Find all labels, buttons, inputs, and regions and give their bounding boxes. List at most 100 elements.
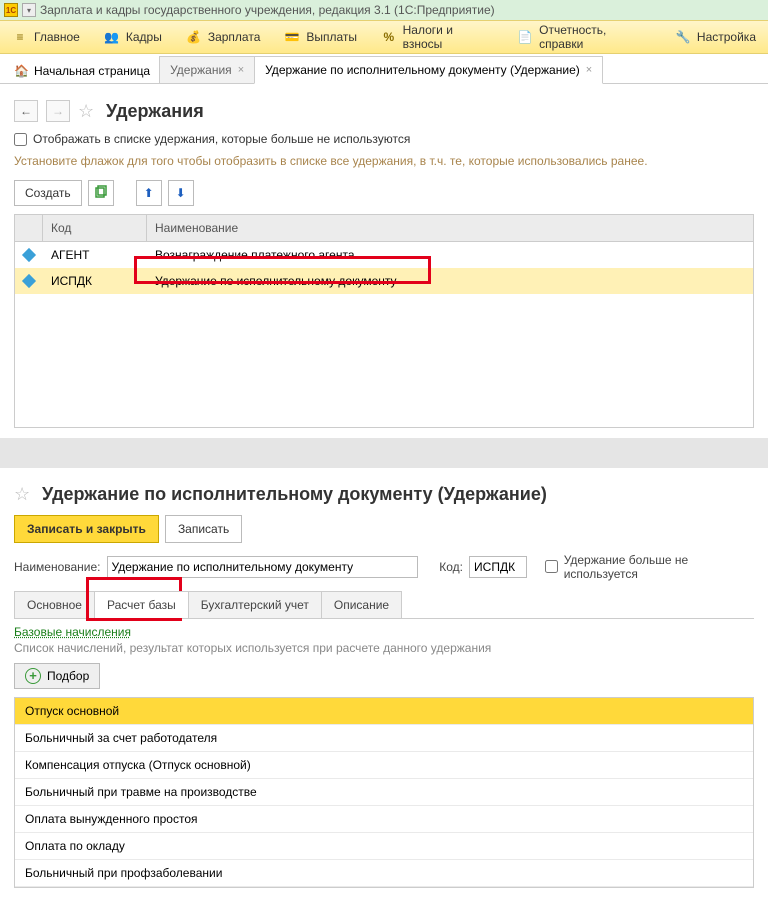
form-command-bar: Записать и закрыть Записать xyxy=(14,515,754,543)
list-item[interactable]: Больничный при профзаболевании xyxy=(15,860,753,887)
nav-reports[interactable]: 📄 Отчетность, справки xyxy=(506,21,663,53)
unused-checkbox[interactable] xyxy=(545,560,558,573)
tab-accounting[interactable]: Бухгалтерский учет xyxy=(188,591,322,618)
row-name: Удержание по исполнительному документу xyxy=(147,270,753,292)
col-name[interactable]: Наименование xyxy=(147,215,753,241)
podbor-button[interactable]: + Подбор xyxy=(14,663,100,689)
show-unused-checkbox[interactable] xyxy=(14,133,27,146)
list-item-label: Больничный за счет работодателя xyxy=(25,731,217,745)
item-icon xyxy=(21,274,35,288)
nav-label: Кадры xyxy=(126,30,162,44)
favorite-icon[interactable]: ☆ xyxy=(14,484,34,504)
deductions-grid: Код Наименование АГЕНТ Вознаграждение пл… xyxy=(14,214,754,428)
list-item-label: Оплата вынужденного простоя xyxy=(25,812,198,826)
list-item[interactable]: Оплата по окладу xyxy=(15,833,753,860)
code-input[interactable] xyxy=(469,556,527,578)
nav-settings[interactable]: 🔧 Настройка xyxy=(663,21,768,53)
tab-home[interactable]: 🏠 Начальная страница xyxy=(4,58,160,84)
list-item[interactable]: Компенсация отпуска (Отпуск основной) xyxy=(15,752,753,779)
close-icon[interactable]: × xyxy=(586,64,592,76)
tab-label: Удержания xyxy=(170,63,232,77)
money-icon: 💰 xyxy=(186,29,202,45)
list-item[interactable]: Больничный за счет работодателя xyxy=(15,725,753,752)
nav-label: Отчетность, справки xyxy=(539,23,651,51)
grid-body: АГЕНТ Вознаграждение платежного агента И… xyxy=(15,242,753,427)
tab-base-calc[interactable]: Расчет базы xyxy=(94,591,189,618)
nav-main[interactable]: ≡ Главное xyxy=(0,21,92,53)
list-item-label: Оплата по окладу xyxy=(25,839,125,853)
tab-label: Бухгалтерский учет xyxy=(201,598,309,612)
write-close-button[interactable]: Записать и закрыть xyxy=(14,515,159,543)
nav-taxes[interactable]: % Налоги и взносы xyxy=(369,21,505,53)
arrow-down-icon: ⬇ xyxy=(176,186,186,200)
nav-back-button[interactable]: ← xyxy=(14,100,38,122)
row-code: АГЕНТ xyxy=(43,244,147,266)
nav-staff[interactable]: 👥 Кадры xyxy=(92,21,174,53)
write-button[interactable]: Записать xyxy=(165,515,242,543)
nav-label: Зарплата xyxy=(208,30,261,44)
list-item-label: Больничный при профзаболевании xyxy=(25,866,222,880)
button-label: Подбор xyxy=(47,669,89,683)
percent-icon: % xyxy=(381,29,397,45)
list-item-label: Больничный при травме на производстве xyxy=(25,785,257,799)
move-up-button[interactable]: ⬆ xyxy=(136,180,162,206)
app-title-bar: 1С ▾ Зарплата и кадры государственного у… xyxy=(0,0,768,20)
code-label: Код: xyxy=(439,560,463,574)
inner-tabs: Основное Расчет базы Бухгалтерский учет … xyxy=(14,591,754,619)
list-item-label: Компенсация отпуска (Отпуск основной) xyxy=(25,758,251,772)
create-button[interactable]: Создать xyxy=(14,180,82,206)
close-icon[interactable]: × xyxy=(238,64,244,76)
base-hint: Список начислений, результат которых исп… xyxy=(14,641,754,655)
tab-label: Основное xyxy=(27,598,82,612)
main-navigation: ≡ Главное 👥 Кадры 💰 Зарплата 💳 Выплаты %… xyxy=(0,20,768,54)
grid-header: Код Наименование xyxy=(15,215,753,242)
title-dropdown-icon[interactable]: ▾ xyxy=(22,3,36,17)
section-separator xyxy=(0,438,768,468)
row-icon-cell xyxy=(15,246,43,264)
nav-forward-button[interactable]: → xyxy=(46,100,70,122)
item-icon xyxy=(21,248,35,262)
move-down-button[interactable]: ⬇ xyxy=(168,180,194,206)
tab-main[interactable]: Основное xyxy=(14,591,95,618)
name-code-row: Наименование: Код: Удержание больше не и… xyxy=(14,553,754,581)
nav-label: Главное xyxy=(34,30,80,44)
table-row[interactable]: ИСПДК Удержание по исполнительному докум… xyxy=(15,268,753,294)
favorite-icon[interactable]: ☆ xyxy=(78,101,98,121)
unused-label: Удержание больше не используется xyxy=(564,553,754,581)
nav-payments[interactable]: 💳 Выплаты xyxy=(272,21,369,53)
tabs-row: 🏠 Начальная страница Удержания × Удержан… xyxy=(0,54,768,84)
button-label: Создать xyxy=(25,186,71,200)
base-accruals-link[interactable]: Базовые начисления xyxy=(14,625,131,639)
menu-icon: ≡ xyxy=(12,29,28,45)
tab-deductions[interactable]: Удержания × xyxy=(159,56,255,84)
nav-salary[interactable]: 💰 Зарплата xyxy=(174,21,273,53)
copy-button[interactable] xyxy=(88,180,114,206)
tab-content: Базовые начисления Список начислений, ре… xyxy=(14,619,754,894)
tab-deduction-form[interactable]: Удержание по исполнительному документу (… xyxy=(254,56,603,84)
link-label: Базовые начисления xyxy=(14,625,131,639)
list-item[interactable]: Оплата вынужденного простоя xyxy=(15,806,753,833)
col-type[interactable] xyxy=(15,215,43,241)
page-toolbar: ← → ☆ Удержания xyxy=(14,100,754,122)
name-label: Наименование: xyxy=(14,560,101,574)
list-item[interactable]: Отпуск основной xyxy=(15,698,753,725)
form-title: Удержание по исполнительному документу (… xyxy=(42,484,547,505)
col-code[interactable]: Код xyxy=(43,215,147,241)
doc-icon: 📄 xyxy=(518,29,534,45)
row-code: ИСПДК xyxy=(43,270,147,292)
tab-label: Начальная страница xyxy=(34,64,150,78)
name-input[interactable] xyxy=(107,556,418,578)
command-bar: Создать ⬆ ⬇ xyxy=(14,180,754,206)
table-row[interactable]: АГЕНТ Вознаграждение платежного агента xyxy=(15,242,753,268)
nav-label: Выплаты xyxy=(306,30,357,44)
button-label: Записать и закрыть xyxy=(27,522,146,536)
page-title: Удержания xyxy=(106,101,204,122)
form-title-row: ☆ Удержание по исполнительному документу… xyxy=(14,484,754,505)
tab-description[interactable]: Описание xyxy=(321,591,402,618)
checkbox-label: Отображать в списке удержания, которые б… xyxy=(33,132,410,146)
nav-label: Налоги и взносы xyxy=(403,23,494,51)
plus-icon: + xyxy=(25,668,41,684)
lower-section: ☆ Удержание по исполнительному документу… xyxy=(0,468,768,904)
hint-text: Установите флажок для того чтобы отобраз… xyxy=(14,154,754,170)
list-item[interactable]: Больничный при травме на производстве xyxy=(15,779,753,806)
